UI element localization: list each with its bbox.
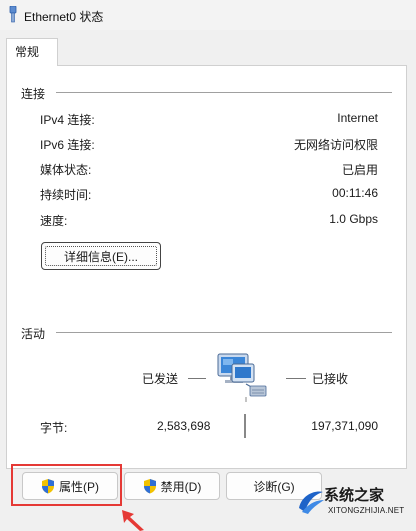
focus-ring [45,246,157,266]
ipv6-value: 无网络访问权限 [293,138,378,152]
received-dash [286,378,306,379]
activity-heading: 活动 [21,327,46,341]
details-button[interactable]: 详细信息(E)... [41,242,161,270]
diagnose-button-label: 诊断(G) [253,479,295,494]
watermark-title: 系统之家 [324,486,385,504]
connection-divider [56,92,392,93]
disable-button[interactable]: 禁用(D) [124,472,220,500]
watermark-logo-icon [299,491,324,514]
window-title: Ethernet0 状态 [24,10,104,24]
speed-label: 速度: [40,214,68,228]
pointer-arrow-icon [122,510,144,531]
sent-label: 已发送 [142,372,179,386]
speed-value: 1.0 Gbps [329,212,378,226]
ethernet-plug-icon [9,6,17,23]
bytes-label: 字节: [40,421,68,435]
admin-shield-icon [143,479,156,494]
duration-label: 持续时间: [40,188,92,202]
tab-general[interactable]: 常规 [6,38,58,66]
received-label: 已接收 [312,372,349,386]
bytes-received-value: 197,371,090 [311,419,378,433]
activity-divider [56,332,392,333]
watermark-url: XITONGZHIJIA.NET [328,506,405,515]
ipv6-label: IPv6 连接: [40,138,95,152]
ipv4-label: IPv4 连接: [40,113,95,127]
media-state-label: 媒体状态: [40,163,92,177]
disable-button-label: 禁用(D) [160,479,202,494]
activity-separator [244,414,246,438]
watermark: 系统之家 XITONGZHIJIA.NET [296,482,414,528]
connection-heading: 连接 [21,87,46,101]
highlight-box [11,464,122,506]
title-bar: Ethernet0 状态 [0,0,416,30]
ipv4-value: Internet [337,111,378,125]
media-state-value: 已启用 [341,163,378,177]
tab-general-label: 常规 [15,45,40,59]
bytes-sent-value: 2,583,698 [157,419,211,433]
network-computer-icon [217,353,267,402]
sent-dash [188,378,206,379]
duration-value: 00:11:46 [332,186,378,200]
